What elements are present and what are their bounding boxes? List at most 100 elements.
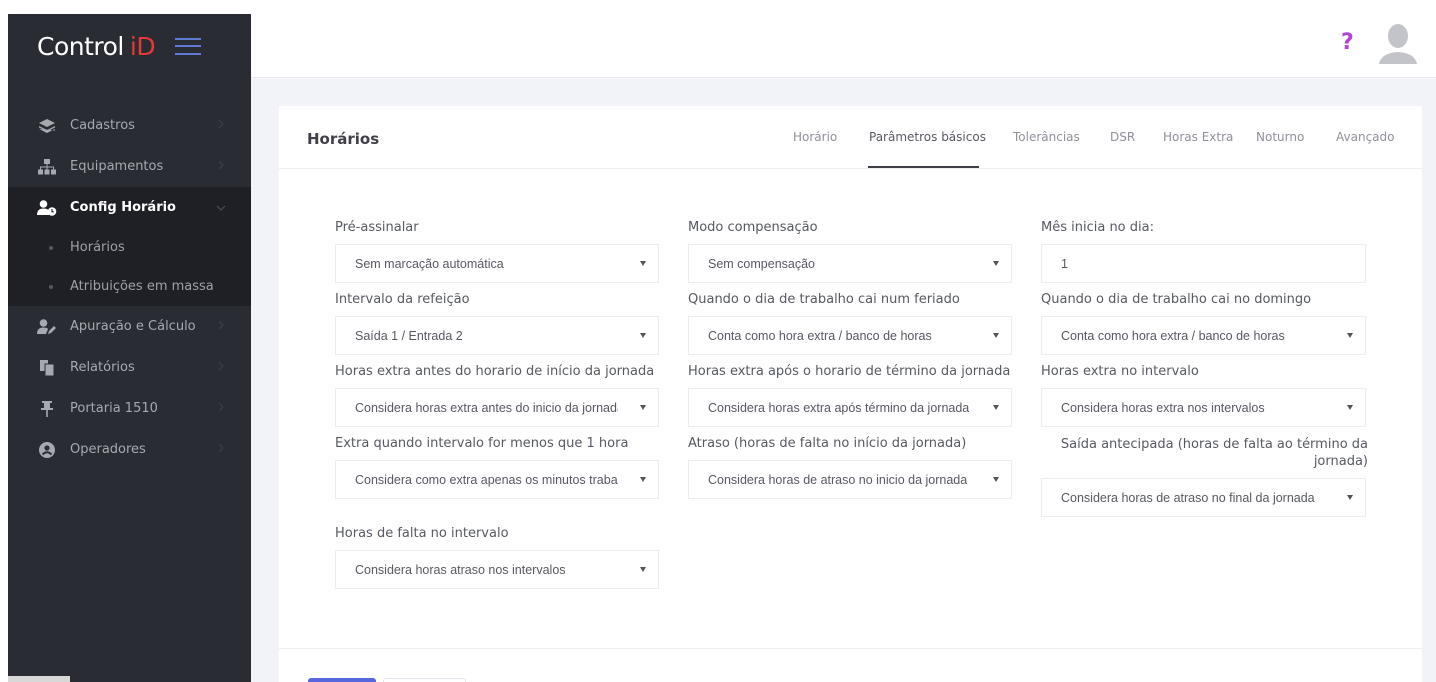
extra-menos-hora-label: Extra quando intervalo for menos que 1 h… <box>335 436 629 451</box>
bullet-icon <box>49 284 53 289</box>
submenu: Horários Atribuições em massa <box>8 228 251 306</box>
select-value: Conta como hora extra / banco de horas <box>1061 328 1285 343</box>
sidebar-item-operadores[interactable]: Operadores <box>8 429 251 470</box>
sidebar-subitem-atribuicoes[interactable]: Atribuições em massa <box>8 267 251 306</box>
active-tab-indicator <box>868 166 979 168</box>
brand: Control iD <box>8 14 251 78</box>
select-value: Considera como extra apenas os minutos t… <box>355 472 618 487</box>
atraso-select[interactable]: Considera horas de atraso no inicio da j… <box>688 460 1012 499</box>
chevron-down-icon <box>216 205 226 211</box>
tab-noturno[interactable]: Noturno <box>1256 130 1304 144</box>
atraso-label: Atraso (horas de falta no início da jorn… <box>688 436 967 451</box>
topbar: ? <box>251 14 1436 78</box>
user-avatar-icon[interactable] <box>1377 22 1419 66</box>
extra-antes-label: Horas extra antes do horario de início d… <box>335 364 655 379</box>
extra-apos-select[interactable]: Considera horas extra após término da jo… <box>688 388 1012 427</box>
footer-divider <box>279 648 1422 649</box>
user-clock-icon <box>37 199 57 217</box>
sidebar-item-cadastros[interactable]: Cadastros <box>8 105 251 146</box>
tab-horario[interactable]: Horário <box>793 130 837 144</box>
pre-assinalar-select[interactable]: Sem marcação automática <box>335 244 659 283</box>
feriado-select[interactable]: Conta como hora extra / banco de horas <box>688 316 1012 355</box>
select-value: Considera horas extra antes do inicio da… <box>355 400 618 415</box>
sidebar-subitem-horarios[interactable]: Horários <box>8 228 251 267</box>
caret-down-icon <box>993 261 999 266</box>
caret-down-icon <box>1347 333 1353 338</box>
intervalo-refeicao-select[interactable]: Saída 1 / Entrada 2 <box>335 316 659 355</box>
caret-down-icon <box>640 567 646 572</box>
extra-antes-select[interactable]: Considera horas extra antes do inicio da… <box>335 388 659 427</box>
chevron-right-icon <box>218 320 224 330</box>
copy-icon <box>37 359 57 377</box>
caret-down-icon <box>1347 495 1353 500</box>
logo[interactable]: Control iD <box>37 31 156 61</box>
extra-menos-hora-select[interactable]: Considera como extra apenas os minutos t… <box>335 460 659 499</box>
chevron-right-icon <box>218 119 224 129</box>
select-value: Considera horas de atraso no inicio da j… <box>708 472 968 487</box>
logo-text: Control <box>37 31 124 61</box>
caret-down-icon <box>993 333 999 338</box>
chevron-right-icon <box>218 443 224 453</box>
mes-inicia-input[interactable]: 1 <box>1041 244 1366 283</box>
select-value: Considera horas de atraso no final da jo… <box>1061 490 1315 505</box>
caret-down-icon <box>640 477 646 482</box>
falta-intervalo-select[interactable]: Considera horas atraso nos intervalos <box>335 550 659 589</box>
caret-down-icon <box>640 261 646 266</box>
pin-icon <box>37 400 57 418</box>
tab-dsr[interactable]: DSR <box>1110 130 1135 144</box>
card-header: Horários Horário Parâmetros básicos Tole… <box>279 106 1422 169</box>
sidebar-item-equipamentos[interactable]: Equipamentos <box>8 146 251 187</box>
intervalo-refeicao-label: Intervalo da refeição <box>335 292 470 307</box>
chevron-right-icon <box>218 160 224 170</box>
pre-assinalar-label: Pré-assinalar <box>335 220 419 235</box>
select-value: Considera horas extra após término da jo… <box>708 400 970 415</box>
help-icon[interactable]: ? <box>1341 30 1354 55</box>
chevron-right-icon <box>218 402 224 412</box>
save-button[interactable] <box>308 678 376 682</box>
chevron-right-icon <box>218 361 224 371</box>
sidebar: Control iD Cadastros Equipamentos Config … <box>8 14 251 682</box>
page-title: Horários <box>307 130 380 148</box>
saida-antecipada-label: Saída antecipada (horas de falta ao térm… <box>1041 436 1368 470</box>
select-value: Saída 1 / Entrada 2 <box>355 328 463 343</box>
select-value: Considera horas atraso nos intervalos <box>355 562 566 577</box>
label-line: Saída antecipada (horas de falta ao térm… <box>1060 437 1368 452</box>
select-value: Sem marcação automática <box>355 256 504 271</box>
settings-card: Horários Horário Parâmetros básicos Tole… <box>279 106 1422 682</box>
mes-inicia-label: Mês inicia no dia: <box>1041 220 1154 235</box>
tab-tolerancias[interactable]: Tolerâncias <box>1013 130 1080 144</box>
label-line: jornada) <box>1313 454 1368 469</box>
modo-compensacao-label: Modo compensação <box>688 220 818 235</box>
sidebar-menu: Cadastros Equipamentos Config Horário Ho… <box>8 105 251 470</box>
saida-antecipada-select[interactable]: Considera horas de atraso no final da jo… <box>1041 478 1366 517</box>
bullet-icon <box>49 245 53 250</box>
sidebar-item-label: Apuração e Cálculo <box>70 319 196 334</box>
modo-compensacao-select[interactable]: Sem compensação <box>688 244 1012 283</box>
sitemap-icon <box>37 158 57 176</box>
cancel-button[interactable] <box>383 678 466 682</box>
caret-down-icon <box>640 333 646 338</box>
tab-avancado[interactable]: Avançado <box>1336 130 1394 144</box>
sidebar-item-label: Cadastros <box>70 118 135 133</box>
domingo-select[interactable]: Conta como hora extra / banco de horas <box>1041 316 1366 355</box>
falta-intervalo-label: Horas de falta no intervalo <box>335 526 509 541</box>
user-circle-icon <box>37 441 57 459</box>
sidebar-subitem-label: Atribuições em massa <box>70 279 214 294</box>
caret-down-icon <box>1347 405 1353 410</box>
user-edit-icon <box>37 318 57 336</box>
sidebar-item-label: Operadores <box>70 442 146 457</box>
hamburger-menu-icon[interactable] <box>175 37 202 55</box>
sidebar-item-portaria[interactable]: Portaria 1510 <box>8 388 251 429</box>
select-value: Sem compensação <box>708 256 816 271</box>
sidebar-item-relatorios[interactable]: Relatórios <box>8 347 251 388</box>
sidebar-item-config-horario[interactable]: Config Horário <box>8 187 251 228</box>
tab-parametros-basicos[interactable]: Parâmetros básicos <box>869 130 986 144</box>
select-value: Conta como hora extra / banco de horas <box>708 328 932 343</box>
logo-accent: iD <box>129 31 156 61</box>
layers-icon <box>37 117 57 135</box>
tab-horas-extra[interactable]: Horas Extra <box>1163 130 1233 144</box>
extra-intervalo-select[interactable]: Considera horas extra nos intervalos <box>1041 388 1366 427</box>
select-value: Considera horas extra nos intervalos <box>1061 400 1265 415</box>
sidebar-item-apuracao[interactable]: Apuração e Cálculo <box>8 306 251 347</box>
caret-down-icon <box>993 477 999 482</box>
